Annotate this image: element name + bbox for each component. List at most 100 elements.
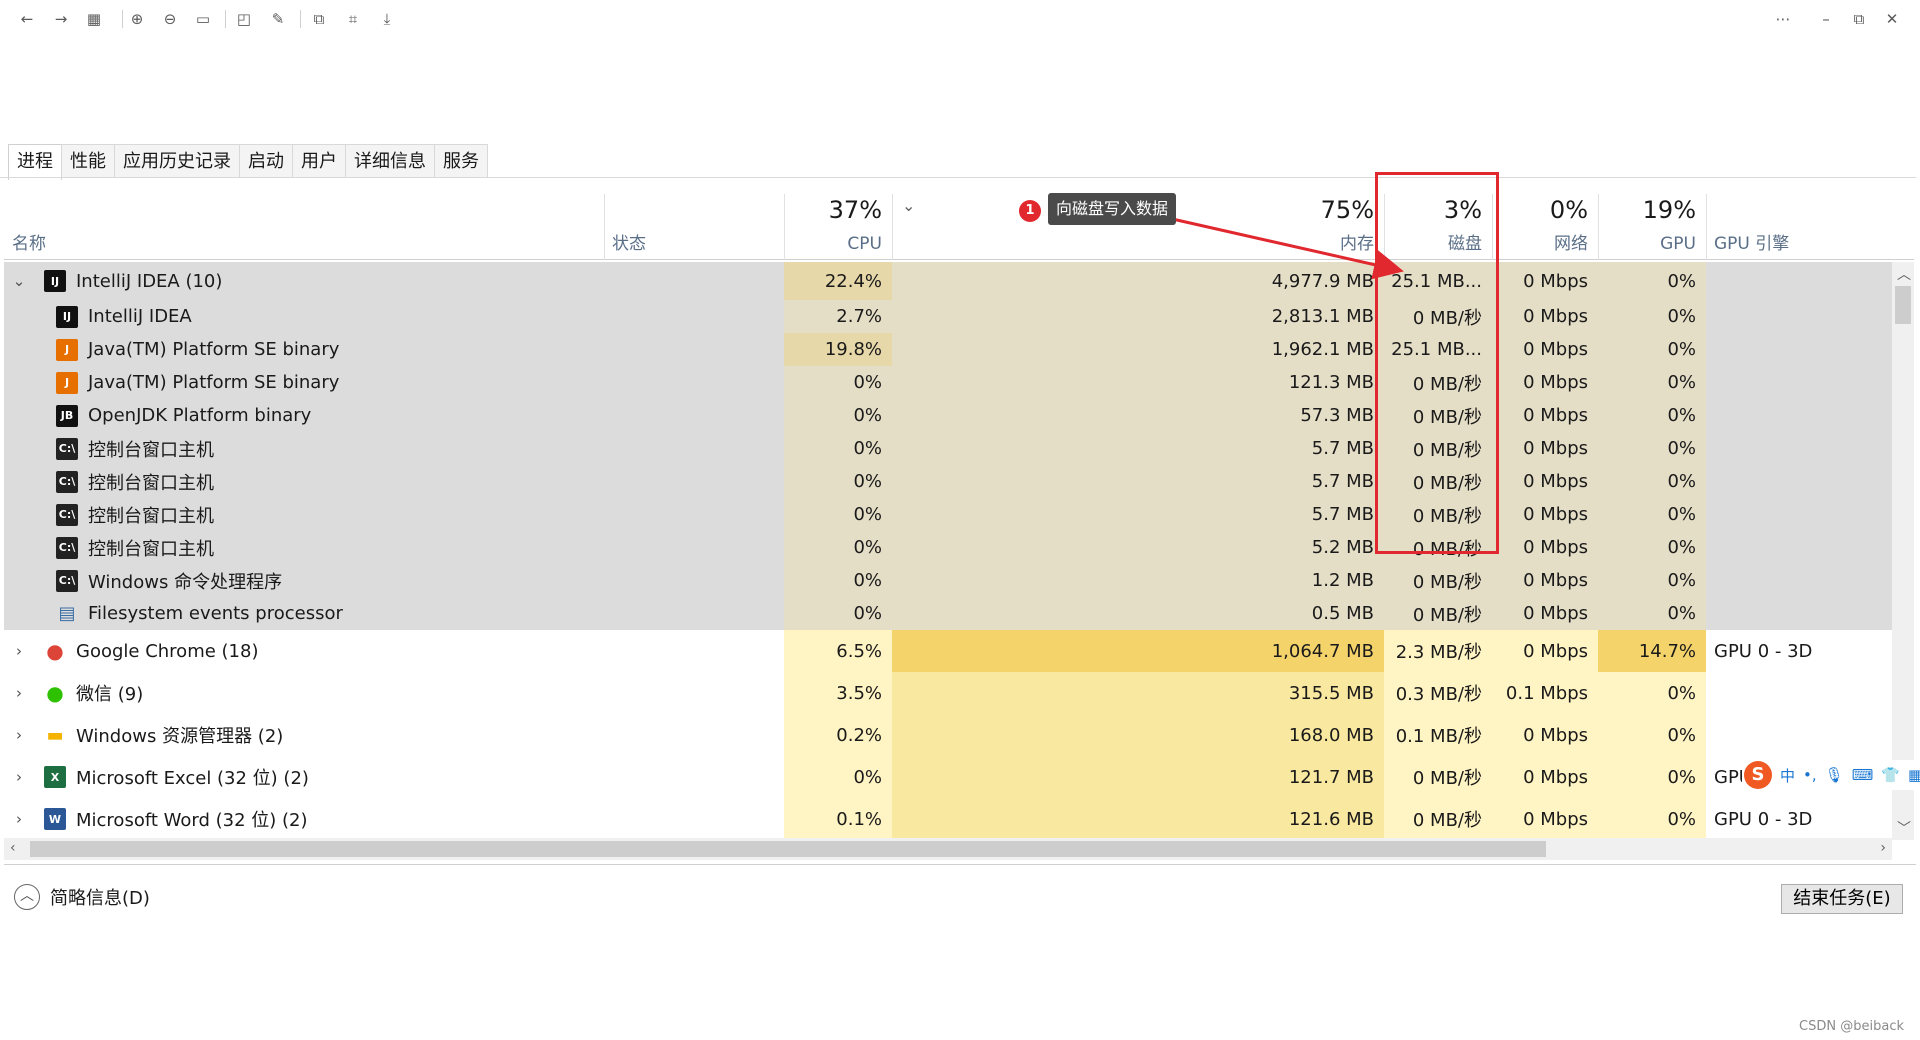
- copy-icon[interactable]: ⧉: [308, 8, 330, 30]
- process-child-row[interactable]: ▤ Filesystem events processor 0% 0.5 MB 0 MB…: [4, 597, 1892, 630]
- process-gpu-cell: 0%: [1598, 756, 1706, 798]
- process-disk-cell: 0 MB/秒: [1384, 798, 1492, 838]
- sogou-logo-icon[interactable]: S: [1744, 761, 1772, 789]
- process-gpu-engine-cell: [1706, 597, 1892, 630]
- process-cpu-cell: 0%: [784, 756, 892, 798]
- process-child-row[interactable]: C:\ 控制台窗口主机 0% 5.7 MB 0 MB/秒 0 Mbps 0%: [4, 465, 1892, 498]
- chevron-right-icon[interactable]: ›: [4, 684, 34, 702]
- process-mem-cell: 121.7 MB: [892, 756, 1384, 798]
- grid-icon[interactable]: ▦: [83, 8, 105, 30]
- process-gpu-cell: 0%: [1598, 597, 1706, 630]
- process-name-cell: › ● Google Chrome (18): [4, 630, 784, 672]
- close-icon[interactable]: ✕: [1881, 8, 1903, 30]
- chevron-right-icon[interactable]: ›: [4, 768, 34, 786]
- process-child-row[interactable]: JB OpenJDK Platform binary 0% 57.3 MB 0 MB/秒…: [4, 399, 1892, 432]
- minimize-icon[interactable]: –: [1815, 8, 1837, 30]
- fit-icon[interactable]: ▭: [192, 8, 214, 30]
- process-mem-cell: 57.3 MB: [892, 399, 1384, 432]
- ime-language[interactable]: 中: [1780, 765, 1795, 786]
- process-name: OpenJDK Platform binary: [88, 405, 312, 426]
- process-group-row[interactable]: ⌄ IJ IntelliJ IDEA (10) 22.4% 4,977.9 MB 25.1…: [4, 262, 1892, 300]
- tab-details[interactable]: 详细信息: [345, 144, 435, 178]
- brief-info-toggle[interactable]: ︿ 简略信息(D): [14, 884, 150, 910]
- word-icon: W: [44, 808, 66, 830]
- process-name: 控制台窗口主机: [88, 538, 214, 560]
- process-mem-cell: 1,962.1 MB: [892, 333, 1384, 366]
- tab-startup[interactable]: 启动: [239, 144, 293, 178]
- process-child-row[interactable]: IJ IntelliJ IDEA 2.7% 2,813.1 MB 0 MB/秒 0 Mbp…: [4, 300, 1892, 333]
- header-network[interactable]: 0% 网络: [1492, 194, 1598, 260]
- mic-icon[interactable]: 🎙: [1825, 766, 1844, 784]
- tab-app-history[interactable]: 应用历史记录: [114, 144, 240, 178]
- process-child-row[interactable]: C:\ 控制台窗口主机 0% 5.7 MB 0 MB/秒 0 Mbps 0%: [4, 432, 1892, 465]
- console-icon: C:\: [56, 503, 78, 526]
- header-gpu[interactable]: 19% GPU: [1598, 194, 1706, 260]
- ime-punctuation[interactable]: •,: [1803, 766, 1817, 784]
- process-group-row[interactable]: › ▬ Windows 资源管理器 (2) 0.2% 168.0 MB 0.1 MB/秒 0…: [4, 714, 1892, 756]
- zoom-in-icon[interactable]: ⊕: [126, 8, 148, 30]
- process-mem-cell: 4,977.9 MB: [892, 262, 1384, 300]
- header-name[interactable]: 名称: [4, 194, 604, 260]
- process-gpu-cell: 0%: [1598, 564, 1706, 597]
- tab-users[interactable]: 用户: [292, 144, 346, 178]
- process-child-row[interactable]: J Java(TM) Platform SE binary 19.8% 1,962.1…: [4, 333, 1892, 366]
- edit-icon[interactable]: ✎: [267, 8, 289, 30]
- tab-services[interactable]: 服务: [434, 144, 488, 178]
- tab-processes[interactable]: 进程: [8, 144, 62, 180]
- shirt-icon[interactable]: 👕: [1881, 766, 1900, 784]
- chevron-right-icon[interactable]: ›: [4, 642, 34, 660]
- process-name: Microsoft Excel (32 位) (2): [76, 768, 309, 789]
- vertical-scroll-thumb[interactable]: [1895, 286, 1911, 324]
- process-disk-cell: 0 MB/秒: [1384, 597, 1492, 630]
- open-icon[interactable]: ◰: [233, 8, 255, 30]
- process-name-cell: ⌄ IJ IntelliJ IDEA (10): [4, 262, 784, 300]
- capture-icon[interactable]: ⌗: [342, 8, 364, 30]
- process-group-row[interactable]: › ● Google Chrome (18) 6.5% 1,064.7 MB 2.3 MB…: [4, 630, 1892, 672]
- process-child-row[interactable]: C:\ 控制台窗口主机 0% 5.2 MB 0 MB/秒 0 Mbps 0%: [4, 531, 1892, 564]
- process-gpu-engine-cell: [1706, 432, 1892, 465]
- scroll-right-icon[interactable]: ›: [1880, 840, 1886, 856]
- chevron-down-icon[interactable]: ⌄: [4, 272, 34, 290]
- keyboard-icon[interactable]: ⌨: [1852, 766, 1874, 784]
- forward-icon[interactable]: →: [50, 8, 72, 30]
- process-child-row[interactable]: C:\ 控制台窗口主机 0% 5.7 MB 0 MB/秒 0 Mbps 0%: [4, 498, 1892, 531]
- process-cpu-cell: 0%: [784, 366, 892, 399]
- horizontal-scrollbar[interactable]: ‹ ›: [4, 838, 1892, 860]
- process-group-row[interactable]: › W Microsoft Word (32 位) (2) 0.1% 121.6 MB 0…: [4, 798, 1892, 838]
- vertical-scrollbar[interactable]: ︿ ﹀: [1892, 262, 1914, 840]
- chevron-right-icon[interactable]: ›: [4, 726, 34, 744]
- save-icon[interactable]: ⤓: [376, 8, 398, 30]
- process-cpu-cell: 0%: [784, 399, 892, 432]
- zoom-out-icon[interactable]: ⊖: [159, 8, 181, 30]
- process-gpu-engine-cell: GPU 0 - 3D: [1714, 640, 1813, 662]
- scroll-down-icon[interactable]: ﹀: [1897, 818, 1911, 838]
- end-task-button[interactable]: 结束任务(E): [1781, 884, 1903, 914]
- process-child-row[interactable]: J Java(TM) Platform SE binary 0% 121.3 MB 0 …: [4, 366, 1892, 399]
- horizontal-scroll-thumb[interactable]: [30, 841, 1546, 857]
- process-gpu-cell: 0%: [1598, 300, 1706, 333]
- process-cpu-cell: 19.8%: [784, 333, 892, 366]
- viewer-toolbar: ← → ▦ ⊕ ⊖ ▭ ◰ ✎ ⧉ ⌗ ⤓ ⋯ – ⧉ ✕: [0, 0, 1920, 38]
- restore-icon[interactable]: ⧉: [1848, 8, 1870, 30]
- process-disk-cell: 0.3 MB/秒: [1384, 672, 1492, 714]
- process-name-cell: J Java(TM) Platform SE binary: [4, 333, 784, 366]
- process-net-cell: 0 Mbps: [1492, 798, 1598, 838]
- ime-toolbar: S 中 •, 🎙 ⌨ 👕 ▦: [1742, 760, 1920, 790]
- scroll-left-icon[interactable]: ‹: [10, 840, 16, 856]
- explorer-icon: ▬: [46, 724, 64, 746]
- header-status[interactable]: 状态: [604, 194, 784, 260]
- process-gpu-cell: 0%: [1598, 432, 1706, 465]
- tab-performance[interactable]: 性能: [61, 144, 115, 178]
- apps-icon[interactable]: ▦: [1908, 766, 1920, 784]
- header-gpu-engine[interactable]: GPU 引擎: [1706, 194, 1896, 260]
- chevron-right-icon[interactable]: ›: [4, 810, 34, 828]
- header-cpu[interactable]: 37% CPU: [784, 194, 892, 260]
- scroll-up-icon[interactable]: ︿: [1897, 264, 1911, 284]
- process-group-row[interactable]: › X Microsoft Excel (32 位) (2) 0% 121.7 MB 0 …: [4, 756, 1892, 798]
- process-child-row[interactable]: C:\ Windows 命令处理程序 0% 1.2 MB 0 MB/秒 0 Mbps 0%: [4, 564, 1892, 597]
- console-icon: C:\: [56, 536, 78, 559]
- process-net-cell: 0 Mbps: [1492, 366, 1598, 399]
- more-icon[interactable]: ⋯: [1772, 8, 1794, 30]
- back-icon[interactable]: ←: [16, 8, 38, 30]
- process-group-row[interactable]: › ● 微信 (9) 3.5% 315.5 MB 0.3 MB/秒 0.1 Mbps 0%: [4, 672, 1892, 714]
